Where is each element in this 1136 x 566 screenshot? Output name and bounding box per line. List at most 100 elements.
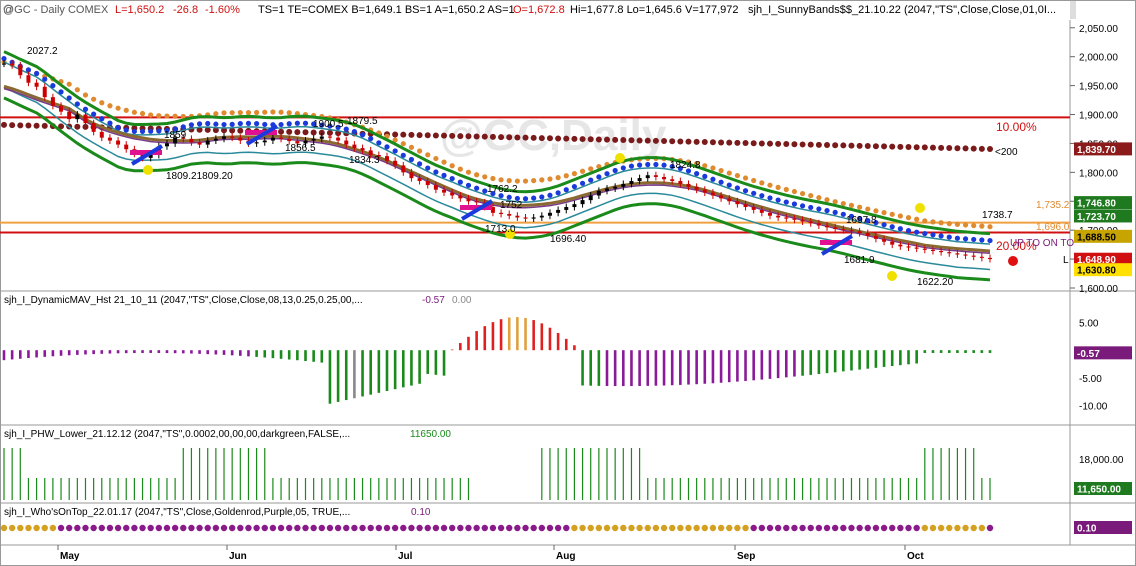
blue-dot bbox=[148, 128, 154, 134]
maroon-dot bbox=[481, 133, 488, 140]
orange-dot bbox=[865, 206, 871, 212]
maroon-dot bbox=[612, 136, 619, 143]
orange-dot bbox=[82, 92, 89, 98]
maroon-dot bbox=[538, 135, 545, 142]
orange-dot bbox=[229, 110, 235, 116]
orange-dot bbox=[905, 215, 912, 221]
price-body bbox=[939, 250, 944, 253]
annot-pct10: 10.00% bbox=[996, 120, 1037, 134]
price-body bbox=[759, 209, 764, 213]
orange-dot bbox=[164, 113, 170, 119]
who-dot bbox=[416, 524, 423, 532]
who-dot bbox=[856, 524, 863, 532]
maroon-dot bbox=[889, 143, 896, 150]
maroon-dot bbox=[514, 134, 521, 141]
month-label: Aug bbox=[556, 551, 575, 562]
maroon-dot bbox=[758, 140, 765, 147]
orange-dot bbox=[286, 110, 292, 116]
orange-dot bbox=[791, 188, 798, 195]
price-body bbox=[99, 131, 104, 138]
maroon-dot bbox=[604, 136, 611, 143]
month-label: May bbox=[60, 551, 80, 562]
orange-dot bbox=[441, 159, 447, 165]
maroon-dot bbox=[840, 142, 847, 149]
price-body bbox=[800, 219, 805, 222]
who-dot bbox=[897, 524, 904, 532]
who-axis[interactable]: 0.10 bbox=[1074, 521, 1132, 535]
maroon-dot bbox=[913, 144, 920, 151]
maroon-dot bbox=[294, 129, 301, 136]
blue-dot bbox=[425, 165, 431, 171]
orange-dot bbox=[775, 184, 781, 190]
who-dot bbox=[139, 524, 146, 532]
signal-dot-yellow bbox=[887, 271, 897, 281]
price-body bbox=[906, 246, 911, 248]
blue-dot bbox=[555, 190, 561, 196]
price-body bbox=[605, 188, 610, 191]
blue-dot bbox=[196, 121, 203, 127]
orange-dot bbox=[107, 103, 113, 109]
blue-dot bbox=[441, 172, 447, 178]
orange-dot bbox=[987, 224, 993, 230]
price-flag: 1,723.70 bbox=[1074, 209, 1132, 223]
who-dot bbox=[815, 524, 823, 532]
price-body bbox=[898, 244, 903, 247]
maroon-dot bbox=[25, 122, 32, 129]
orange-dot bbox=[873, 208, 879, 214]
blue-dot bbox=[604, 171, 610, 177]
who-dot bbox=[473, 524, 480, 532]
orange-dot bbox=[971, 222, 977, 229]
annot-1834: 1834.3 bbox=[349, 155, 380, 166]
price-body bbox=[670, 179, 675, 182]
annot-1809: 1809.21809.20 bbox=[166, 171, 233, 182]
who-dot bbox=[131, 524, 138, 532]
who-dot bbox=[147, 524, 154, 532]
price-body bbox=[808, 221, 813, 224]
maroon-dot bbox=[432, 132, 439, 139]
price-body bbox=[59, 105, 64, 112]
price-body bbox=[637, 178, 642, 182]
price-body bbox=[988, 257, 992, 260]
who-dot bbox=[554, 524, 562, 532]
maroon-dot bbox=[897, 143, 904, 150]
blue-dot bbox=[832, 209, 838, 215]
who-dot bbox=[595, 524, 603, 532]
maroon-dot bbox=[652, 137, 659, 144]
orange-dot bbox=[433, 155, 439, 162]
price-body bbox=[10, 63, 15, 66]
price-body bbox=[360, 148, 365, 151]
orange-dot bbox=[123, 107, 129, 113]
price-body bbox=[678, 181, 683, 184]
orange-dot bbox=[99, 100, 105, 106]
who-dot bbox=[652, 524, 660, 532]
price-body bbox=[645, 175, 650, 179]
blue-dot bbox=[156, 128, 162, 134]
who-dot bbox=[823, 524, 831, 532]
maroon-dot bbox=[522, 134, 529, 141]
price-body bbox=[849, 230, 854, 232]
price-body bbox=[352, 144, 357, 149]
orange-dot bbox=[914, 216, 920, 222]
price-body bbox=[776, 215, 781, 218]
maroon-dot bbox=[41, 122, 48, 129]
maroon-dot bbox=[775, 140, 782, 147]
price-tick-label: 1,800.00 bbox=[1079, 168, 1118, 179]
blue-dot bbox=[759, 193, 765, 199]
price-body bbox=[91, 123, 96, 132]
who-dot bbox=[986, 524, 994, 532]
price-body bbox=[947, 252, 952, 254]
blue-dot bbox=[571, 183, 578, 190]
who-dot bbox=[171, 524, 179, 532]
who-dot bbox=[530, 524, 537, 532]
who-dot bbox=[318, 524, 326, 532]
who-dot bbox=[286, 524, 293, 532]
price-flag: 1,630.80 bbox=[1074, 263, 1132, 277]
price-body bbox=[287, 138, 292, 142]
orange-dot bbox=[718, 167, 724, 174]
price-body bbox=[336, 137, 341, 141]
price-tick-label: 1,950.00 bbox=[1079, 82, 1118, 93]
header-scroll-handle[interactable] bbox=[1070, 1, 1076, 19]
price-body bbox=[743, 204, 748, 208]
maroon-dot bbox=[392, 131, 399, 138]
month-label: Oct bbox=[907, 551, 924, 562]
